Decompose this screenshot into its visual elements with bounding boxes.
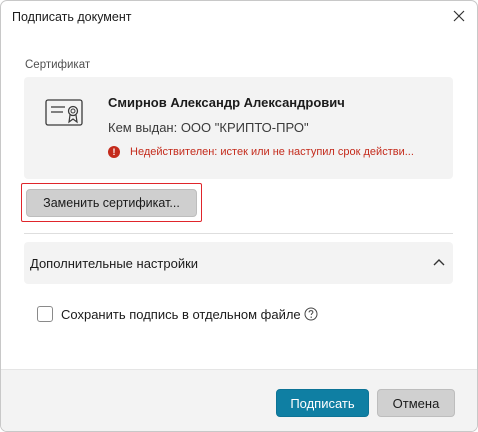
- chevron-up-icon: [433, 259, 445, 266]
- certificate-owner-name: Смирнов Александр Александрович: [108, 95, 345, 110]
- sign-button[interactable]: Подписать: [276, 389, 369, 417]
- cancel-button[interactable]: Отмена: [377, 389, 455, 417]
- certificate-card: Смирнов Александр Александрович Кем выда…: [24, 77, 453, 179]
- title-bar: Подписать документ: [1, 1, 477, 33]
- save-separate-checkbox[interactable]: [37, 306, 53, 322]
- error-icon: !: [108, 146, 120, 158]
- certificate-issuer: Кем выдан: ООО "КРИПТО-ПРО": [108, 120, 309, 135]
- sign-document-dialog: Подписать документ Сертификат Смирнов Ал…: [0, 0, 478, 432]
- certificate-section-label: Сертификат: [25, 59, 91, 71]
- certificate-status: ! Недействителен: истек или не наступил …: [108, 146, 444, 158]
- dialog-footer: Подписать Отмена: [1, 369, 477, 431]
- help-icon[interactable]: [304, 307, 318, 321]
- advanced-settings-expander[interactable]: Дополнительные настройки: [24, 242, 453, 284]
- replace-certificate-button[interactable]: Заменить сертификат...: [26, 189, 197, 217]
- replace-certificate-highlight: Заменить сертификат...: [21, 183, 202, 222]
- close-icon: [453, 10, 465, 22]
- certificate-icon: [45, 99, 83, 126]
- advanced-settings-label: Дополнительные настройки: [30, 256, 199, 271]
- divider: [24, 233, 453, 234]
- close-button[interactable]: [445, 3, 473, 29]
- certificate-status-text: Недействителен: истек или не наступил ср…: [130, 146, 414, 158]
- save-separate-label: Сохранить подпись в отдельном файле: [61, 306, 301, 322]
- save-separate-row: Сохранить подпись в отдельном файле: [37, 306, 318, 322]
- dialog-title: Подписать документ: [12, 10, 132, 24]
